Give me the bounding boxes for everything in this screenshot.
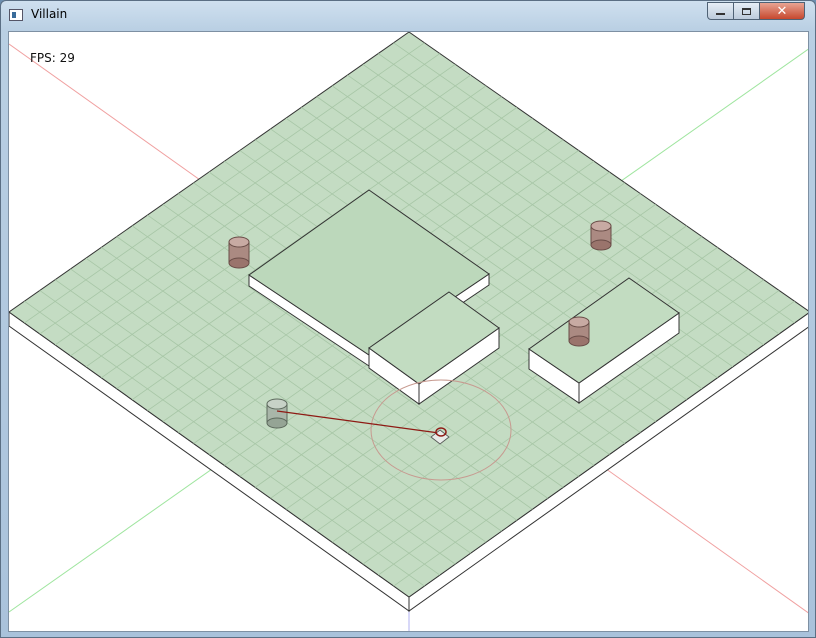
ally-cylinder (266, 398, 288, 429)
window-title: Villain (31, 7, 68, 21)
minimize-button[interactable] (707, 2, 734, 20)
minimize-icon (716, 13, 725, 15)
fps-counter: FPS: 29 (30, 51, 75, 65)
title-bar[interactable]: Villain ✕ (1, 1, 815, 30)
game-viewport[interactable]: FPS: 29 (8, 31, 809, 632)
fps-label: FPS: (30, 51, 56, 65)
scene (9, 32, 808, 631)
window-app-icon (9, 9, 23, 21)
enemy-cylinder-3 (568, 316, 590, 347)
maximize-icon (742, 7, 751, 15)
game-window: Villain ✕ FPS: 29 (0, 0, 816, 638)
close-icon: ✕ (776, 3, 788, 19)
fps-value: 29 (59, 51, 75, 65)
enemy-cylinder-1 (228, 236, 250, 269)
maximize-button[interactable] (733, 2, 760, 20)
enemy-cylinder-2 (590, 220, 612, 251)
close-button[interactable]: ✕ (759, 2, 805, 20)
